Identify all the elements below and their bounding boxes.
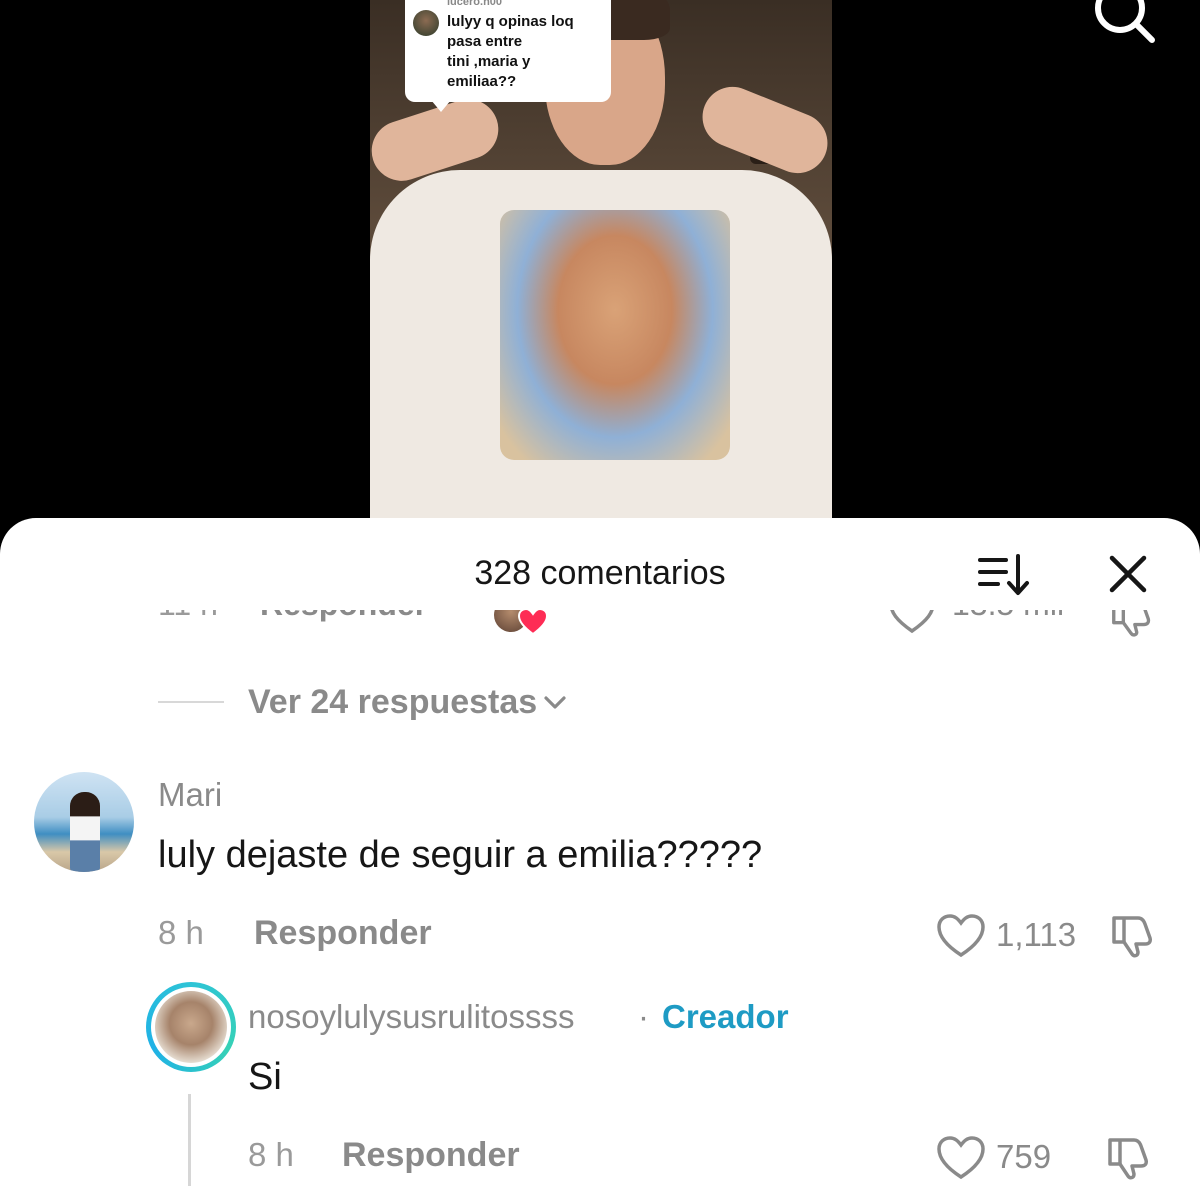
- dislike-icon[interactable]: [1108, 912, 1156, 960]
- avatar[interactable]: [34, 772, 134, 872]
- video-player[interactable]: lucero.h00 lulyy q opinas loq pasa entre…: [0, 0, 1200, 560]
- close-icon[interactable]: [1106, 552, 1150, 596]
- avatar-figure: [70, 792, 100, 872]
- creator-badge: Creador: [662, 998, 789, 1035]
- dislike-icon[interactable]: [1104, 1134, 1152, 1182]
- previous-comment-actions: 11 h Responder 13.5 mil: [0, 610, 1200, 650]
- previous-comment-time: 11 h: [158, 610, 218, 623]
- chevron-down-icon: [544, 696, 566, 709]
- question-avatar: [413, 10, 439, 36]
- search-icon[interactable]: [1090, 0, 1156, 52]
- view-replies-label: Ver 24 respuestas: [248, 682, 538, 721]
- comment-author[interactable]: Mari: [158, 776, 222, 814]
- comment-reply-button[interactable]: Responder: [254, 914, 432, 953]
- comment-text: luly dejaste de seguir a emilia?????: [158, 834, 763, 876]
- heart-outline-icon[interactable]: [936, 1136, 986, 1180]
- comment-like-count: 1,113: [996, 916, 1077, 953]
- sort-icon[interactable]: [978, 554, 1030, 598]
- shirt-print: [500, 210, 730, 460]
- creator-avatar-ring[interactable]: [146, 982, 236, 1072]
- comments-sheet: 328 comentarios 11 h Responder 13.5 mil: [0, 518, 1200, 1200]
- heart-outline-icon[interactable]: [888, 610, 936, 634]
- reply-author[interactable]: nosoylulysusrulitossss: [248, 998, 574, 1036]
- heart-outline-icon[interactable]: [936, 914, 986, 958]
- question-text: lulyy q opinas loq pasa entre tini ,mari…: [447, 13, 574, 90]
- question-reply-bubble: lucero.h00 lulyy q opinas loq pasa entre…: [405, 0, 611, 112]
- reply-reply-button[interactable]: Responder: [342, 1136, 520, 1175]
- view-replies-button[interactable]: Ver 24 respuestas: [158, 682, 569, 722]
- previous-comment-like-count: 13.5 mil: [952, 610, 1064, 623]
- reply-like-count: 759: [996, 1138, 1052, 1175]
- reply-text: Si: [248, 1056, 282, 1098]
- view-replies-divider: [158, 701, 224, 703]
- avatar: [155, 991, 227, 1063]
- reply-thread-line: [188, 1094, 191, 1186]
- reply-time: 8 h: [248, 1136, 294, 1173]
- dislike-icon[interactable]: [1108, 610, 1154, 638]
- liked-by-creator-heart-icon: [518, 610, 548, 636]
- previous-comment-reply-button[interactable]: Responder: [260, 610, 427, 623]
- author-separator: ·: [638, 998, 649, 1035]
- comment-time: 8 h: [158, 914, 204, 951]
- question-username: lucero.h00: [447, 0, 503, 8]
